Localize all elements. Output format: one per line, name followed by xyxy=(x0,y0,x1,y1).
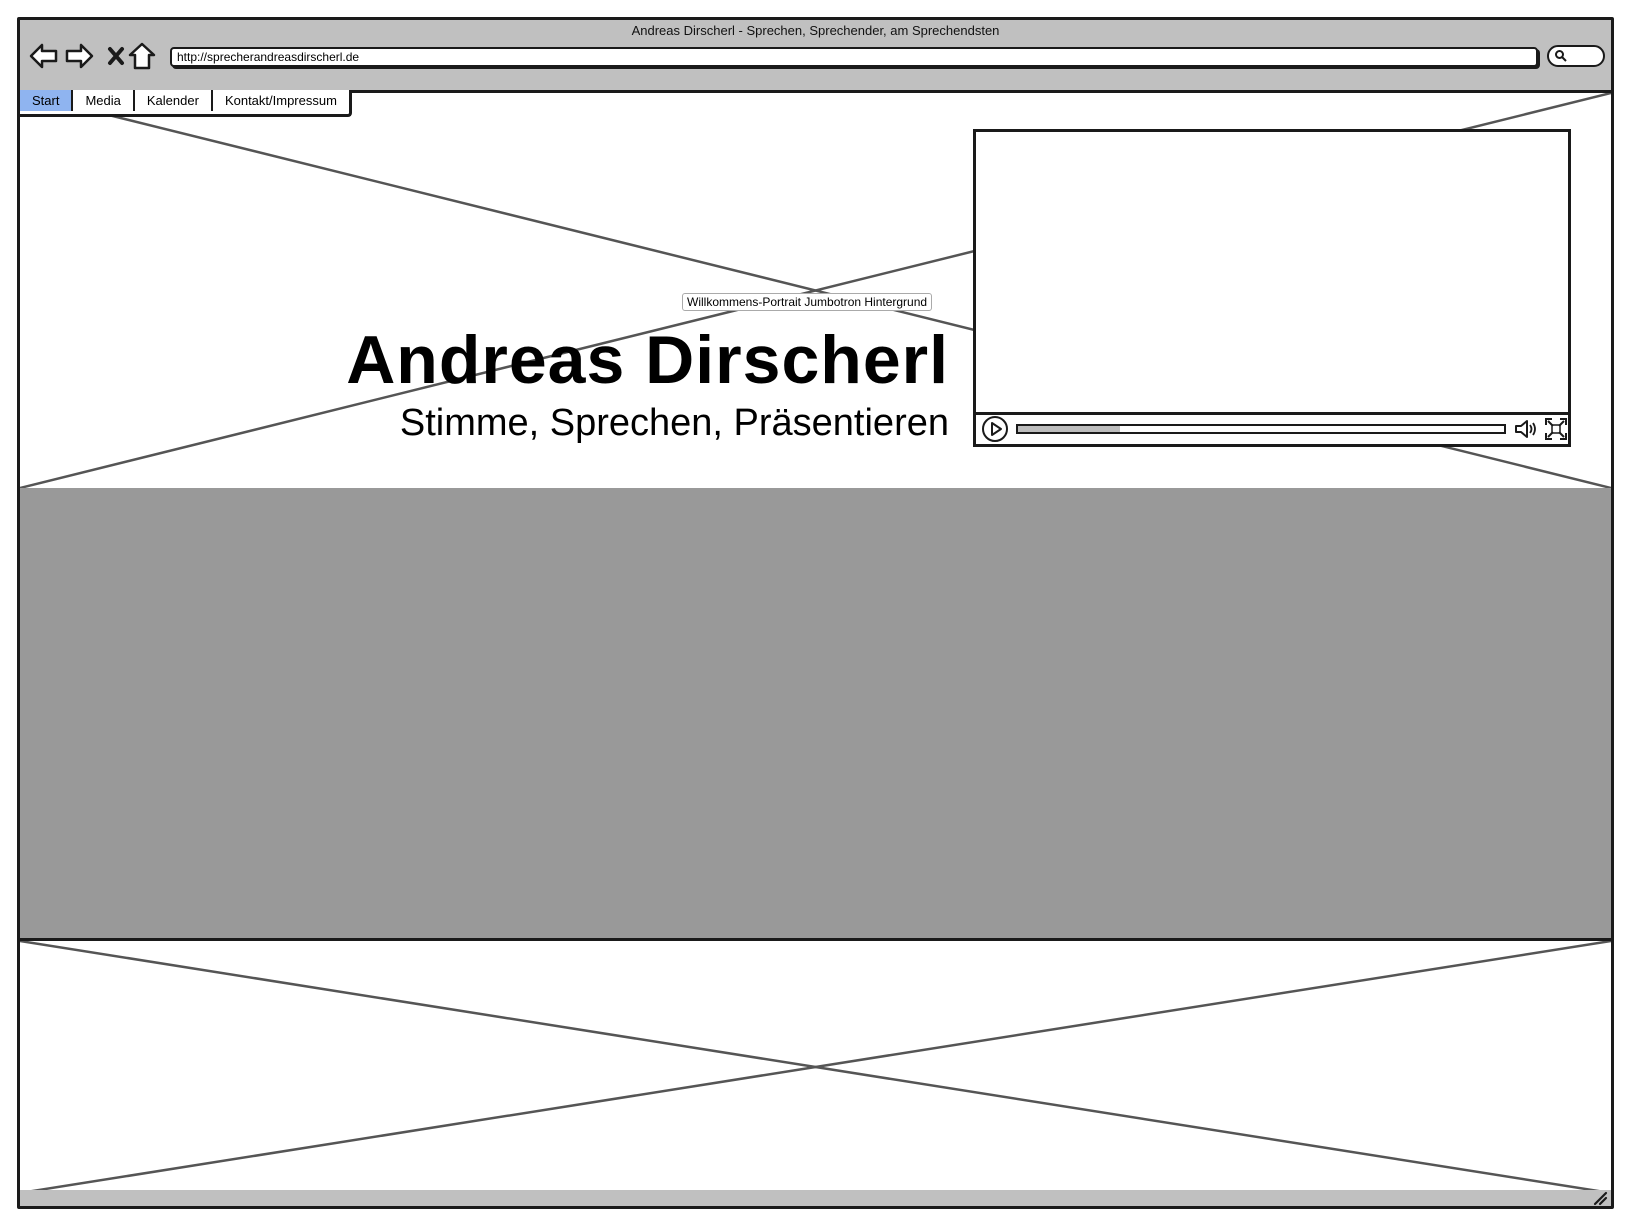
url-input[interactable]: http://sprecherandreasdirscherl.de xyxy=(170,47,1538,67)
tab-kalender[interactable]: Kalender xyxy=(134,90,213,111)
forward-button[interactable] xyxy=(63,40,95,72)
home-button[interactable] xyxy=(126,40,158,72)
video-controls xyxy=(976,412,1568,444)
window-title: Andreas Dirscherl - Sprechen, Sprechende… xyxy=(631,23,1000,38)
search-icon xyxy=(1555,50,1567,62)
video-progress-bar[interactable] xyxy=(1016,424,1506,434)
video-progress-fill xyxy=(1018,426,1121,432)
main-nav-tabs: Start Media Kalender Kontakt/Impressum xyxy=(20,90,352,117)
volume-icon[interactable] xyxy=(1512,415,1540,443)
hero-image-caption: Willkommens-Portrait Jumbotron Hintergru… xyxy=(682,293,933,311)
fullscreen-icon[interactable] xyxy=(1542,415,1570,443)
footer-image-cross xyxy=(20,941,1611,1193)
forward-icon xyxy=(65,43,94,69)
play-icon[interactable] xyxy=(981,415,1009,443)
browser-window: Andreas Dirscherl - Sprechen, Sprechende… xyxy=(17,17,1614,1209)
tab-kontakt-impressum[interactable]: Kontakt/Impressum xyxy=(212,90,349,111)
home-icon xyxy=(128,42,156,70)
resize-icon[interactable] xyxy=(1592,1190,1608,1206)
hero-title: Andreas Dirscherl xyxy=(346,322,949,398)
back-icon xyxy=(29,43,58,69)
tab-media[interactable]: Media xyxy=(73,90,135,111)
status-bar xyxy=(20,1190,1611,1206)
browser-search-field[interactable] xyxy=(1547,45,1605,67)
back-button[interactable] xyxy=(28,40,60,72)
hero-subtitle: Stimme, Sprechen, Präsentieren xyxy=(399,402,949,444)
tab-start[interactable]: Start xyxy=(20,90,74,111)
content-block-placeholder xyxy=(20,488,1611,941)
footer-image-placeholder xyxy=(20,941,1611,1196)
video-player[interactable] xyxy=(973,129,1571,447)
video-screen[interactable] xyxy=(976,132,1568,415)
browser-chrome: Andreas Dirscherl - Sprechen, Sprechende… xyxy=(20,20,1611,93)
